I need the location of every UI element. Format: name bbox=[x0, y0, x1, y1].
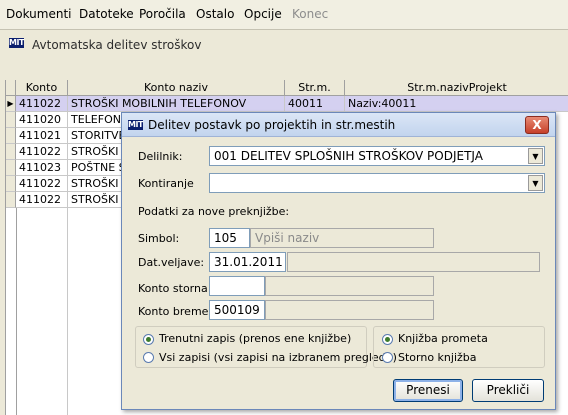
col-header-strm-naziv-projekt[interactable]: Str.m.nazivProjekt bbox=[345, 80, 568, 96]
simbol-input[interactable]: 105 bbox=[209, 228, 250, 248]
storno-label: Konto storna: bbox=[138, 282, 212, 295]
breme-input[interactable]: 500109 bbox=[209, 300, 265, 320]
cell-strm: 40011 bbox=[285, 96, 345, 112]
delilnik-label: Delilnik: bbox=[138, 150, 183, 163]
radio-vsi-zapisi-label[interactable]: Vsi zapisi (vsi zapisi na izbranem pregl… bbox=[159, 351, 397, 364]
datum-label: Dat.veljave: bbox=[138, 256, 205, 269]
radio-knjizba-prometa-label[interactable]: Knjižba prometa bbox=[398, 332, 488, 345]
row-indicator bbox=[6, 192, 16, 208]
cell-konto: 411022 bbox=[16, 144, 68, 160]
kontiranje-label: Kontiranje bbox=[138, 177, 194, 190]
storno-name-field bbox=[265, 276, 434, 296]
row-indicator bbox=[6, 112, 16, 128]
menu-dokumenti[interactable]: Dokumenti bbox=[6, 7, 71, 21]
menu-datoteke[interactable]: Datoteke bbox=[79, 7, 134, 21]
cell-konto: 411023 bbox=[16, 160, 68, 176]
section-label: Podatki za nove preknjižbe: bbox=[138, 205, 290, 218]
menu-opcije[interactable]: Opcije bbox=[244, 7, 282, 21]
menu-porocila[interactable]: Poročila bbox=[139, 7, 186, 21]
radio-vsi-zapisi[interactable] bbox=[143, 352, 154, 363]
radio-knjizba-prometa[interactable] bbox=[382, 334, 393, 345]
radio-storno-knjizba-label[interactable]: Storno knjižba bbox=[398, 351, 477, 364]
cell-naziv: STROŠKI MOBILNIH TELEFONOV bbox=[68, 96, 285, 112]
datum-extra-field bbox=[287, 252, 540, 272]
row-indicator bbox=[6, 160, 16, 176]
dialog-title: Delitev postavk po projektih in str.mest… bbox=[148, 118, 396, 132]
window-title: Avtomatska delitev stroškov bbox=[32, 38, 202, 52]
datum-input[interactable]: 31.01.2011 bbox=[209, 252, 286, 272]
delilnik-value: 001 DELITEV SPLOŠNIH STROŠKOV PODJETJA bbox=[214, 149, 483, 163]
col-header-strm[interactable]: Str.m. bbox=[285, 80, 345, 96]
window-header: MIT Avtomatska delitev stroškov bbox=[0, 31, 568, 57]
chevron-down-icon[interactable]: ▼ bbox=[528, 175, 543, 191]
table-row[interactable]: ▶ 411022 STROŠKI MOBILNIH TELEFONOV 4001… bbox=[6, 96, 568, 112]
simbol-name-field: Vpiši naziv bbox=[250, 228, 434, 248]
cell-projekt: Naziv:40011 bbox=[345, 96, 568, 112]
grid-header: Konto Konto naziv Str.m. Str.m.nazivProj… bbox=[6, 80, 568, 96]
split-dialog: MIT Delitev postavk po projektih in str.… bbox=[121, 112, 556, 410]
cell-konto: 411021 bbox=[16, 128, 68, 144]
radio-trenutni-zapis[interactable] bbox=[143, 334, 154, 345]
menu-konec: Konec bbox=[292, 7, 329, 21]
cell-konto: 411020 bbox=[16, 112, 68, 128]
row-pointer-icon: ▶ bbox=[6, 96, 16, 112]
dialog-titlebar[interactable]: MIT Delitev postavk po projektih in str.… bbox=[122, 113, 555, 137]
kontiranje-select[interactable]: ▼ bbox=[209, 173, 545, 193]
preklici-button[interactable]: Prekliči bbox=[472, 379, 544, 402]
row-indicator bbox=[6, 176, 16, 192]
cell-konto: 411022 bbox=[16, 96, 68, 112]
menu-bar: Dokumenti Datoteke Poročila Ostalo Opcij… bbox=[0, 0, 568, 30]
app-logo-icon: MIT bbox=[9, 38, 24, 48]
col-header-konto[interactable]: Konto bbox=[16, 80, 68, 96]
delilnik-select[interactable]: 001 DELITEV SPLOŠNIH STROŠKOV PODJETJA ▼ bbox=[209, 146, 545, 166]
radio-storno-knjizba[interactable] bbox=[382, 352, 393, 363]
close-button[interactable]: X bbox=[525, 116, 549, 134]
chevron-down-icon[interactable]: ▼ bbox=[528, 148, 543, 164]
simbol-label: Simbol: bbox=[138, 232, 180, 245]
menu-ostalo[interactable]: Ostalo bbox=[196, 7, 234, 21]
col-header-konto-naziv[interactable]: Konto naziv bbox=[68, 80, 285, 96]
prenesi-button[interactable]: Prenesi bbox=[393, 379, 463, 402]
app-logo-icon: MIT bbox=[128, 120, 143, 130]
grid-divider bbox=[67, 208, 68, 415]
breme-name-field bbox=[265, 300, 434, 320]
breme-label: Konto breme.: bbox=[138, 305, 216, 318]
radio-trenutni-zapis-label[interactable]: Trenutni zapis (prenos ene knjižbe) bbox=[159, 332, 351, 345]
grid-corner bbox=[6, 80, 16, 96]
cell-konto: 411022 bbox=[16, 176, 68, 192]
row-indicator bbox=[6, 144, 16, 160]
grid-divider bbox=[16, 208, 17, 415]
cell-konto: 411022 bbox=[16, 192, 68, 208]
row-indicator bbox=[6, 128, 16, 144]
storno-input[interactable] bbox=[209, 276, 265, 296]
